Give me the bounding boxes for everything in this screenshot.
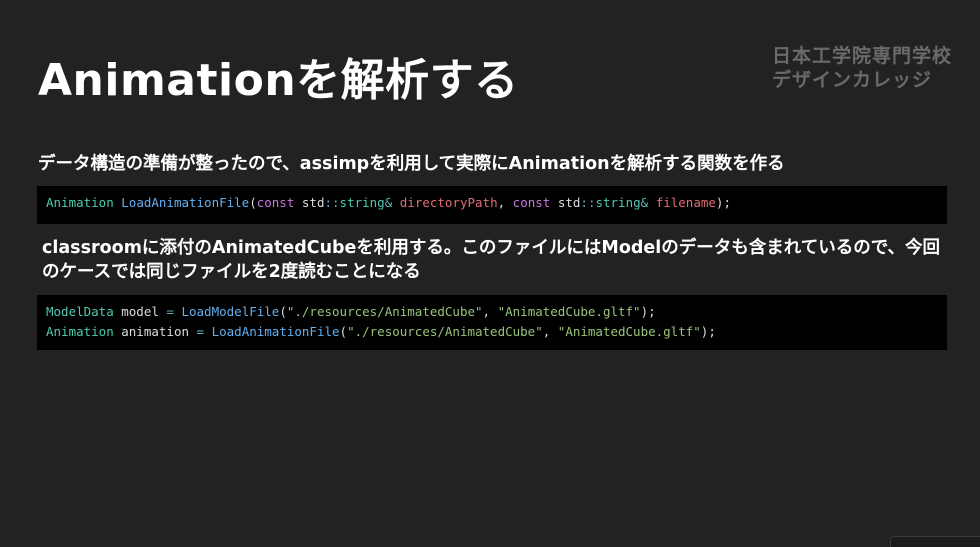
usage-paragraph: classroomに添付のAnimatedCubeを利用する。このファイルにはM… [42,238,941,282]
code-token-string: "./resources/AnimatedCube" [347,324,543,339]
code-token: std [294,195,325,210]
slide-title: Animationを解析する [38,55,519,106]
code-token: ( [249,195,257,210]
code-token: ); [715,195,731,210]
intro-paragraph: データ構造の準備が整ったので、assimpを利用して実際にAnimationを解… [38,154,785,174]
code-token: std [550,195,581,210]
code-token-string: "AnimatedCube.gltf" [557,324,701,339]
school-logo: 日本工学院専門学校 デザインカレッジ [772,44,952,92]
code-line: Animation LoadAnimationFile(const std::s… [46,193,947,213]
logo-line-2: デザインカレッジ [772,69,933,91]
code-line: ModelData model = LoadModelFile("./resou… [46,302,947,322]
code-token-function: LoadAnimationFile [211,324,340,339]
code-token-operator: = [166,304,174,319]
code-token-string: "AnimatedCube.gltf" [497,304,641,319]
code-block-usage: ModelData model = LoadModelFile("./resou… [37,295,947,350]
code-token: ); [700,324,716,339]
code-token-type: Animation [46,324,114,339]
code-token: , [542,324,558,339]
code-token-keyword: const [256,195,295,210]
code-token-parameter: directoryPath [399,195,498,210]
code-token-type: string [339,195,385,210]
code-token: , [482,304,498,319]
code-line: Animation animation = LoadAnimationFile(… [46,322,947,342]
code-token-type: Animation [46,195,114,210]
code-token: , [497,195,513,210]
code-token-function: LoadAnimationFile [121,195,250,210]
code-token-function: LoadModelFile [181,304,280,319]
code-token-operator: :: [324,195,340,210]
slide-control-overlay[interactable] [890,536,980,547]
logo-line-1: 日本工学院専門学校 [772,45,953,67]
code-token-parameter: filename [655,195,716,210]
code-token: model [113,304,167,319]
code-token: ( [279,304,287,319]
code-token: animation [113,324,197,339]
code-block-declaration: Animation LoadAnimationFile(const std::s… [37,186,947,224]
code-token: ( [339,324,348,339]
code-token-type: string [595,195,641,210]
code-token-keyword: const [512,195,551,210]
code-token: ); [640,304,656,319]
code-token-operator: :: [580,195,596,210]
code-token-operator: = [196,324,205,339]
code-token-string: "./resources/AnimatedCube" [286,304,483,319]
code-token-type: ModelData [46,304,114,319]
